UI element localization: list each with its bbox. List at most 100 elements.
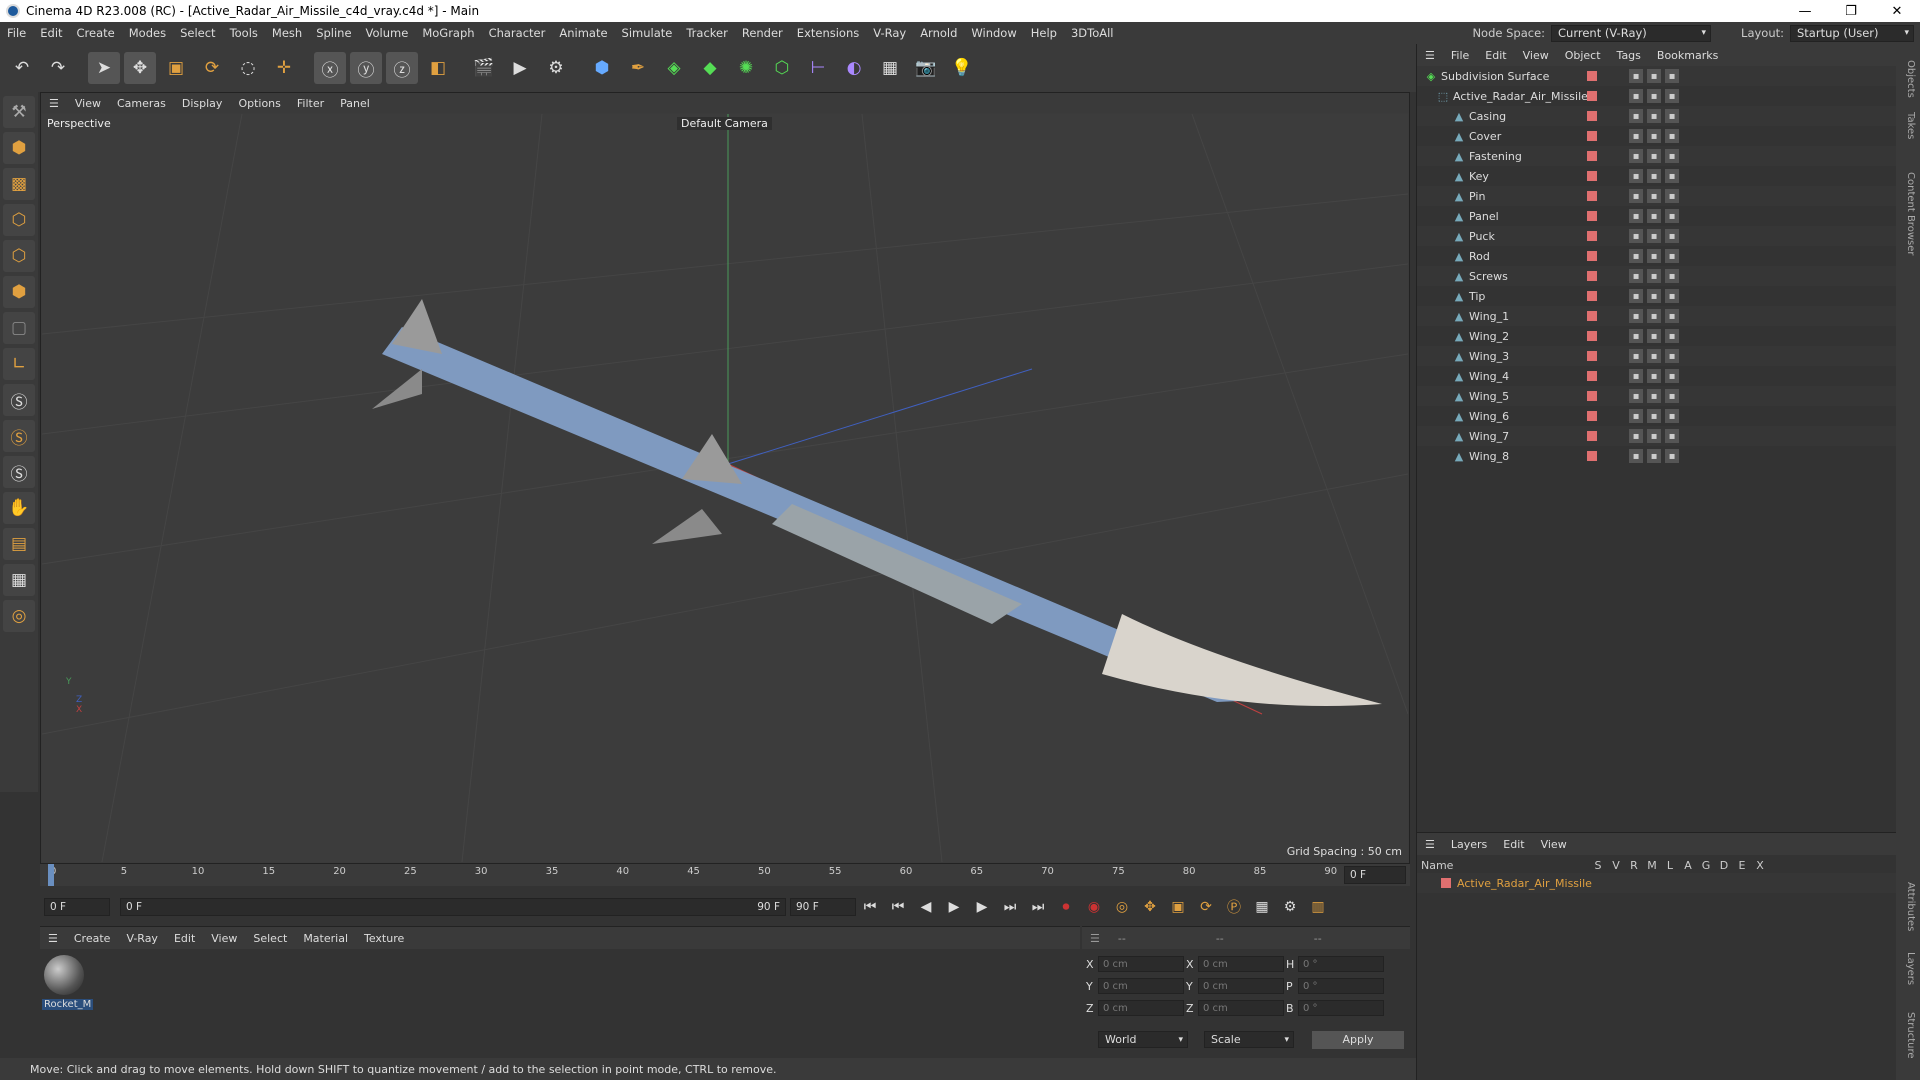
material-tag-icon[interactable]: ▪ [1629,409,1643,423]
deformer-icon[interactable]: ⊢ [802,52,834,84]
texture-tag-icon[interactable]: ▪ [1647,69,1661,83]
material-menu-material[interactable]: Material [295,932,356,945]
floor-icon[interactable]: ▦ [874,52,906,84]
cloner-icon[interactable]: ✺ [730,52,762,84]
texture-tag-icon[interactable]: ▪ [1647,449,1661,463]
menu-item-file[interactable]: File [0,26,33,40]
material-tag-icon[interactable]: ▪ [1629,169,1643,183]
viewport-menu-display[interactable]: Display [174,97,231,110]
menu-item-help[interactable]: Help [1024,26,1064,40]
object-row[interactable]: ▲ Wing_5 ▪ ▪ ▪ [1417,386,1897,406]
material-tag-icon[interactable]: ▪ [1629,269,1643,283]
vray-tag-icon[interactable]: ▪ [1665,169,1679,183]
apply-button[interactable]: Apply [1312,1031,1404,1049]
menu-item-animate[interactable]: Animate [552,26,614,40]
coord-value-field[interactable]: 0 cm [1198,978,1284,994]
viewport-menu-options[interactable]: Options [230,97,288,110]
edges-mode-icon[interactable]: ⬡ [3,240,35,272]
workplane-icon[interactable]: ▤ [3,528,35,560]
texture-tag-icon[interactable]: ▪ [1647,289,1661,303]
side-tab-objects[interactable]: Objects [1905,60,1916,98]
layer-color-swatch[interactable] [1587,391,1597,401]
hamburger-icon[interactable]: ☰ [1417,49,1443,62]
select-tool-icon[interactable]: ➤ [88,52,120,84]
hamburger-icon[interactable]: ☰ [1417,838,1443,851]
polygons-mode-icon[interactable]: ⬢ [3,276,35,308]
texture-tag-icon[interactable]: ▪ [1647,249,1661,263]
timeline-ruler[interactable]: 0510152025303540455055606570758085900 F [40,864,1410,886]
object-menu-tags[interactable]: Tags [1609,49,1649,62]
layer-color-swatch[interactable] [1587,291,1597,301]
menu-item-create[interactable]: Create [70,26,122,40]
object-menu-bookmarks[interactable]: Bookmarks [1649,49,1726,62]
object-row[interactable]: ▲ Wing_6 ▪ ▪ ▪ [1417,406,1897,426]
object-row[interactable]: ▲ Rod ▪ ▪ ▪ [1417,246,1897,266]
axis-mode-icon[interactable]: ∟ [3,348,35,380]
object-row[interactable]: ▲ Tip ▪ ▪ ▪ [1417,286,1897,306]
object-row[interactable]: ▲ Puck ▪ ▪ ▪ [1417,226,1897,246]
texture-tag-icon[interactable]: ▪ [1647,149,1661,163]
next-frame-icon[interactable]: ▶ [970,895,994,919]
material-preview[interactable] [44,955,84,995]
object-row[interactable]: ▲ Pin ▪ ▪ ▪ [1417,186,1897,206]
texture-tag-icon[interactable]: ▪ [1647,329,1661,343]
vray-tag-icon[interactable]: ▪ [1665,269,1679,283]
layer-color-swatch[interactable] [1587,431,1597,441]
vray-tag-icon[interactable]: ▪ [1665,349,1679,363]
material-menu-texture[interactable]: Texture [356,932,412,945]
layer-menu-edit[interactable]: Edit [1495,838,1532,851]
object-menu-edit[interactable]: Edit [1477,49,1514,62]
key-rotation-icon[interactable]: ⟳ [1194,895,1218,919]
coord-value-field[interactable]: 0 ° [1298,978,1384,994]
prev-key-icon[interactable]: ⏮ [886,895,910,919]
maximize-button[interactable]: ❐ [1828,4,1874,19]
material-tag-icon[interactable]: ▪ [1629,389,1643,403]
material-tag-icon[interactable]: ▪ [1629,249,1643,263]
menu-item-modes[interactable]: Modes [122,26,173,40]
texture-tag-icon[interactable]: ▪ [1647,409,1661,423]
layer-color-swatch[interactable] [1587,231,1597,241]
layer-color-swatch[interactable] [1587,131,1597,141]
layer-color-swatch[interactable] [1441,878,1451,888]
snap-settings-icon[interactable]: Ⓢ [3,420,35,452]
menu-item-tools[interactable]: Tools [223,26,265,40]
side-tab-takes[interactable]: Takes [1905,112,1916,139]
menu-item-select[interactable]: Select [173,26,222,40]
vray-tag-icon[interactable]: ▪ [1665,109,1679,123]
render-picture-viewer-icon[interactable]: ▶ [504,52,536,84]
menu-item-edit[interactable]: Edit [33,26,69,40]
key-param-icon[interactable]: Ⓟ [1222,895,1246,919]
object-row[interactable]: ▲ Wing_3 ▪ ▪ ▪ [1417,346,1897,366]
texture-tag-icon[interactable]: ▪ [1647,429,1661,443]
menu-item-extensions[interactable]: Extensions [790,26,866,40]
material-tag-icon[interactable]: ▪ [1629,309,1643,323]
menu-item-v-ray[interactable]: V-Ray [866,26,913,40]
material-tag-icon[interactable]: ▪ [1629,429,1643,443]
material-menu-select[interactable]: Select [245,932,295,945]
vray-tag-icon[interactable]: ▪ [1665,129,1679,143]
texture-tag-icon[interactable]: ▪ [1647,269,1661,283]
record-icon[interactable]: ⏺ [1054,895,1078,919]
extrude-icon[interactable]: ◆ [694,52,726,84]
grid-icon[interactable]: ▦ [3,564,35,596]
prev-frame-icon[interactable]: ◀ [914,895,938,919]
material-tag-icon[interactable]: ▪ [1629,69,1643,83]
object-row[interactable]: ▲ Wing_7 ▪ ▪ ▪ [1417,426,1897,446]
texture-tag-icon[interactable]: ▪ [1647,229,1661,243]
vray-tag-icon[interactable]: ▪ [1665,389,1679,403]
vray-tag-icon[interactable]: ▪ [1665,309,1679,323]
side-tab-layers[interactable]: Layers [1905,952,1916,985]
texture-tag-icon[interactable]: ▪ [1647,309,1661,323]
texture-mode-icon[interactable]: ▩ [3,168,35,200]
material-menu-create[interactable]: Create [66,932,119,945]
coordinate-system-icon[interactable]: ◧ [422,52,454,84]
object-row[interactable]: ▲ Wing_2 ▪ ▪ ▪ [1417,326,1897,346]
start-frame-field[interactable]: 0 F [44,898,110,916]
vray-tag-icon[interactable]: ▪ [1665,329,1679,343]
material-tag-icon[interactable]: ▪ [1629,189,1643,203]
locked-workplane-icon[interactable]: ◎ [3,600,35,632]
menu-item-tracker[interactable]: Tracker [679,26,735,40]
layer-name[interactable]: Active_Radar_Air_Missile [1457,877,1592,890]
vray-tag-icon[interactable]: ▪ [1665,449,1679,463]
make-editable-icon[interactable]: ⚒ [3,96,35,128]
